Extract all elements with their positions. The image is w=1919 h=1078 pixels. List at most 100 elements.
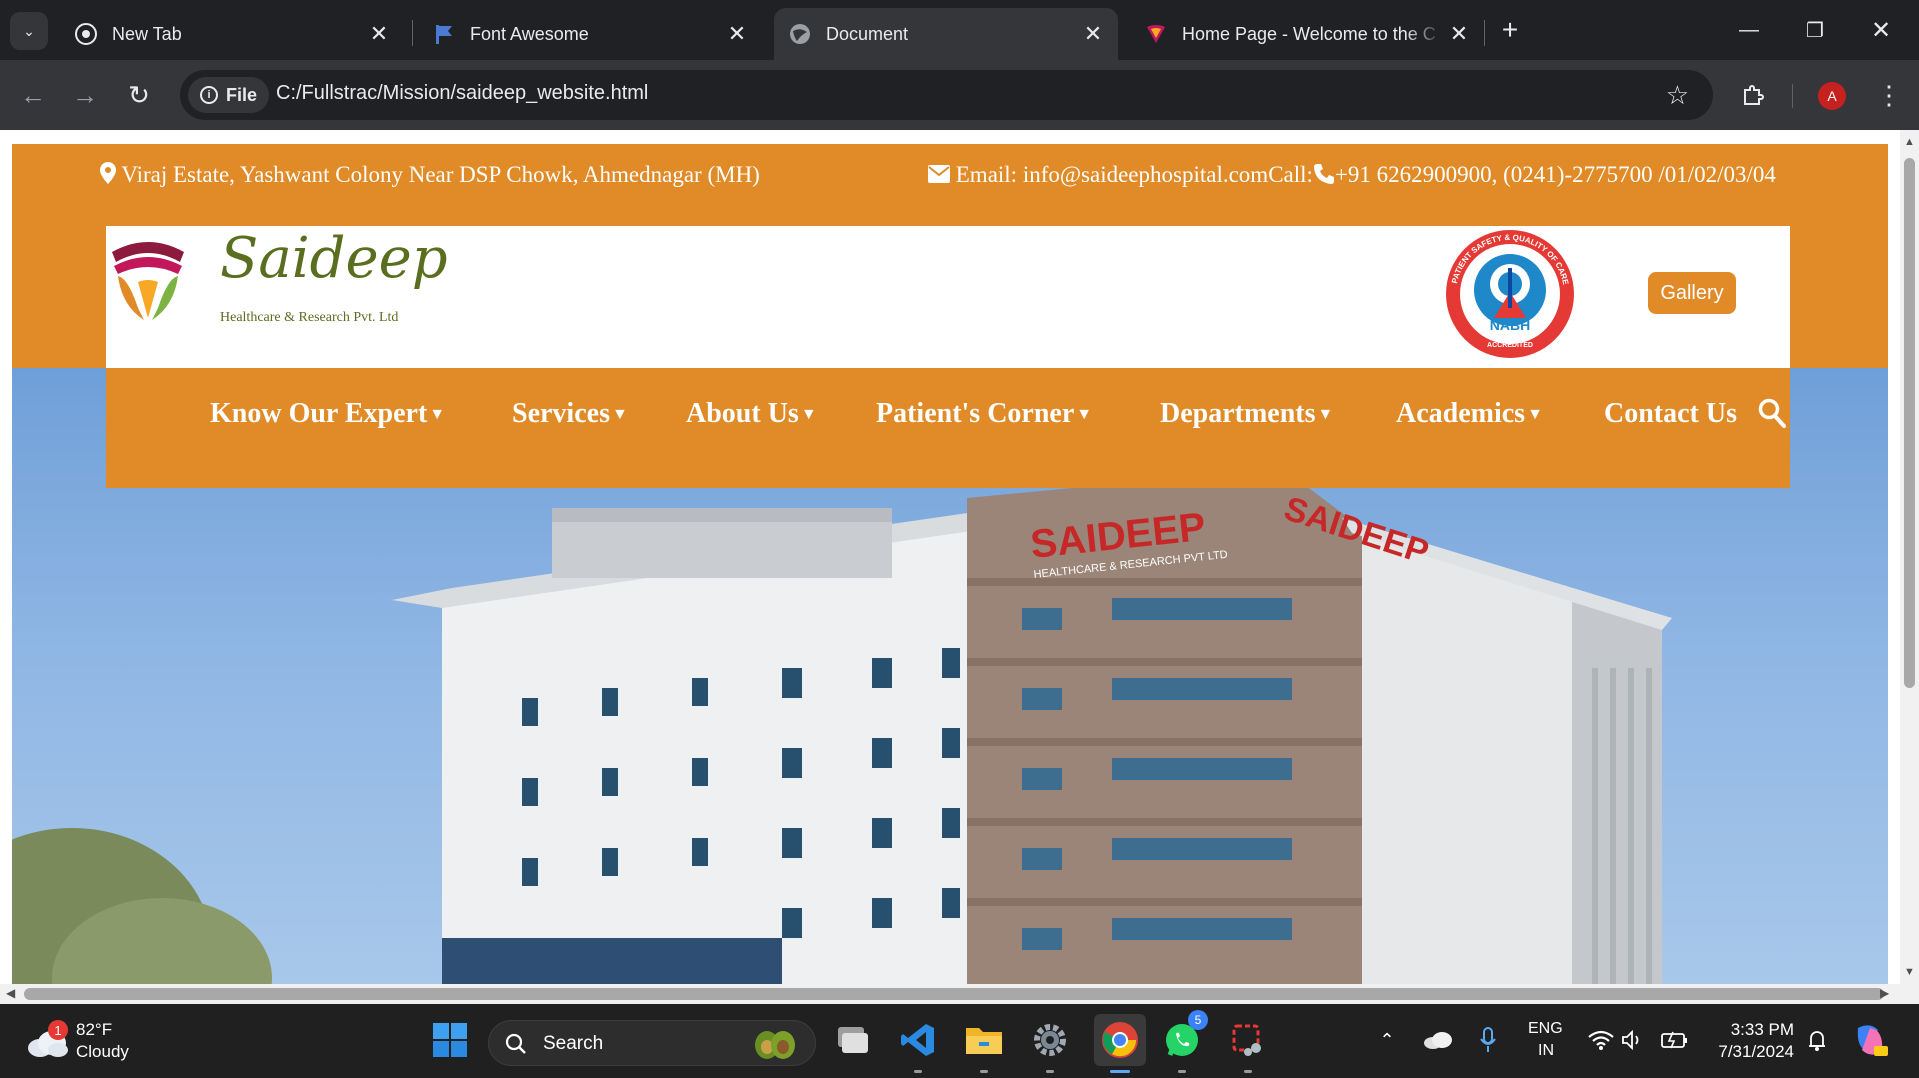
reload-button[interactable]: ↻ bbox=[120, 76, 158, 114]
nav-label: About Us bbox=[686, 398, 799, 429]
info-icon: i bbox=[200, 86, 218, 104]
clock[interactable]: 3:33 PM 7/31/2024 bbox=[1712, 1018, 1808, 1064]
nav-contact-us[interactable]: Contact Us bbox=[1604, 398, 1737, 430]
search-icon[interactable] bbox=[1758, 398, 1786, 433]
chevron-down-icon: ⌄ bbox=[23, 22, 35, 39]
gallery-button[interactable]: Gallery bbox=[1648, 272, 1736, 314]
scrollbar-thumb[interactable] bbox=[1904, 158, 1915, 688]
wifi-icon[interactable] bbox=[1586, 1018, 1616, 1062]
close-window-button[interactable]: ✕ bbox=[1858, 10, 1904, 50]
forward-button[interactable]: → bbox=[66, 76, 104, 114]
nav-services[interactable]: Services ▼ bbox=[512, 398, 628, 430]
horizontal-scrollbar[interactable]: ◀ ▶ bbox=[0, 984, 1919, 1004]
nav-departments[interactable]: Departments ▼ bbox=[1160, 398, 1333, 430]
chrome-taskbar-icon[interactable] bbox=[1094, 1014, 1146, 1066]
close-tab-icon[interactable]: ✕ bbox=[1078, 19, 1108, 49]
nabh-accreditation-badge: NABH PATIENT SAFETY & QUALITY OF CARE AC… bbox=[1444, 228, 1576, 365]
address-bar[interactable]: i File C:/Fullstrac/Mission/saideep_webs… bbox=[180, 70, 1713, 120]
vertical-scrollbar[interactable]: ▲ ▼ bbox=[1900, 130, 1919, 984]
nav-label: Contact Us bbox=[1604, 398, 1737, 429]
logo-name: Saideep bbox=[220, 226, 448, 291]
scroll-up-icon[interactable]: ▲ bbox=[1904, 136, 1915, 148]
nav-label: Know Our Expert bbox=[210, 398, 428, 429]
clock-time: 3:33 PM bbox=[1730, 1020, 1794, 1039]
site-header-container: SAIDEEP HEALTHCARE & RESEARCH PVT LTD SA… bbox=[12, 144, 1888, 984]
volume-icon[interactable] bbox=[1618, 1018, 1648, 1062]
email-text: Email: info@saideephospital.comCall: bbox=[955, 162, 1313, 187]
saideep-logo-icon[interactable] bbox=[108, 234, 188, 329]
nav-patients-corner[interactable]: Patient's Corner ▼ bbox=[876, 398, 1092, 430]
scroll-down-icon[interactable]: ▼ bbox=[1904, 966, 1915, 978]
search-icon bbox=[505, 1033, 526, 1054]
settings-gear-icon[interactable] bbox=[1028, 1018, 1072, 1062]
weather-badge: 1 bbox=[48, 1020, 68, 1040]
nav-about-us[interactable]: About Us ▼ bbox=[686, 398, 817, 430]
site-icon bbox=[1144, 22, 1168, 46]
weather-widget[interactable]: 1 82°F Cloudy bbox=[26, 1018, 156, 1066]
caret-down-icon: ▼ bbox=[611, 406, 628, 423]
nabh-bottom-text: ACCREDITED bbox=[1487, 342, 1533, 349]
bookmark-star-icon[interactable]: ☆ bbox=[1666, 80, 1689, 111]
vscode-icon[interactable] bbox=[896, 1018, 940, 1062]
tab-document[interactable]: Document ✕ bbox=[774, 8, 1118, 60]
notification-bell-icon[interactable] bbox=[1800, 1018, 1834, 1062]
caret-down-icon: ▼ bbox=[429, 406, 446, 423]
close-tab-icon[interactable]: ✕ bbox=[722, 19, 752, 49]
onedrive-cloud-icon[interactable] bbox=[1420, 1018, 1456, 1062]
close-tab-icon[interactable]: ✕ bbox=[1444, 19, 1474, 49]
main-navigation: Know Our Expert ▼ Services ▼ About Us ▼ Pat… bbox=[106, 368, 1790, 488]
caret-down-icon: ▼ bbox=[800, 406, 817, 423]
extensions-button[interactable] bbox=[1734, 76, 1772, 114]
tab-home-page[interactable]: Home Page - Welcome to the C ✕ bbox=[1130, 8, 1484, 60]
scrollbar-thumb[interactable] bbox=[24, 988, 1884, 1000]
back-button[interactable]: ← bbox=[14, 76, 52, 114]
reload-icon: ↻ bbox=[128, 79, 150, 110]
whatsapp-icon[interactable]: 5 bbox=[1160, 1010, 1208, 1062]
microphone-icon[interactable] bbox=[1470, 1018, 1506, 1062]
scroll-left-icon[interactable]: ◀ bbox=[6, 986, 15, 1000]
site-info-chip[interactable]: i File bbox=[188, 77, 270, 113]
phone-icon bbox=[1313, 164, 1334, 184]
address-text: Viraj Estate, Yashwant Colony Near DSP C… bbox=[121, 162, 760, 187]
minimize-button[interactable]: — bbox=[1726, 10, 1772, 50]
browser-toolbar: ← → ↻ i File C:/Fullstrac/Mission/saidee… bbox=[0, 60, 1919, 130]
snipping-tool-icon[interactable] bbox=[1226, 1018, 1270, 1062]
tab-title: New Tab bbox=[112, 23, 182, 44]
start-button[interactable] bbox=[428, 1018, 472, 1062]
task-view-icon[interactable] bbox=[830, 1018, 874, 1062]
logo-bar: Saideep Healthcare & Research Pvt. Ltd N… bbox=[106, 226, 1790, 368]
scroll-right-icon[interactable]: ▶ bbox=[1880, 986, 1889, 1000]
tab-new-tab[interactable]: New Tab ✕ bbox=[60, 8, 404, 60]
copilot-icon[interactable] bbox=[1850, 1018, 1890, 1062]
language-line1: ENG bbox=[1528, 1020, 1563, 1037]
tab-title: Home Page - Welcome to the C bbox=[1182, 23, 1436, 44]
close-tab-icon[interactable]: ✕ bbox=[364, 19, 394, 49]
taskbar-search[interactable]: Search bbox=[488, 1020, 816, 1066]
new-tab-button[interactable]: + bbox=[1494, 14, 1526, 46]
file-explorer-icon[interactable] bbox=[962, 1018, 1006, 1062]
tab-font-awesome[interactable]: Font Awesome ✕ bbox=[418, 8, 762, 60]
envelope-icon bbox=[928, 165, 950, 183]
battery-icon[interactable] bbox=[1658, 1018, 1692, 1062]
nav-academics[interactable]: Academics ▼ bbox=[1396, 398, 1543, 430]
language-line2: IN bbox=[1538, 1042, 1554, 1059]
caret-down-icon: ▼ bbox=[1076, 406, 1093, 423]
language-indicator[interactable]: ENG IN bbox=[1528, 1018, 1568, 1064]
windows-taskbar: 1 82°F Cloudy Search 5 ⌃ ENG IN 3:33 PM … bbox=[0, 1004, 1919, 1078]
more-vertical-icon: ⋮ bbox=[1876, 79, 1902, 110]
nav-label: Departments bbox=[1160, 398, 1316, 429]
search-placeholder: Search bbox=[543, 1033, 604, 1054]
caret-down-icon: ▼ bbox=[1317, 406, 1334, 423]
chevron-up-icon[interactable]: ⌃ bbox=[1372, 1018, 1402, 1062]
profile-avatar[interactable]: A bbox=[1818, 82, 1846, 110]
menu-button[interactable]: ⋮ bbox=[1870, 76, 1908, 114]
tab-title: Font Awesome bbox=[470, 23, 589, 44]
tab-strip: ⌄ New Tab ✕ Font Awesome ✕ Document ✕ Ho… bbox=[0, 0, 1919, 60]
restore-button[interactable]: ❐ bbox=[1792, 10, 1838, 50]
url-text[interactable]: C:/Fullstrac/Mission/saideep_website.htm… bbox=[276, 82, 648, 105]
tab-search-button[interactable]: ⌄ bbox=[10, 12, 48, 50]
whatsapp-badge: 5 bbox=[1188, 1010, 1208, 1030]
phone-text: +91 6262900900, (0241)-2775700 /01/02/03… bbox=[1334, 162, 1776, 187]
weather-condition: Cloudy bbox=[76, 1042, 129, 1061]
nav-know-our-expert[interactable]: Know Our Expert ▼ bbox=[210, 398, 445, 430]
